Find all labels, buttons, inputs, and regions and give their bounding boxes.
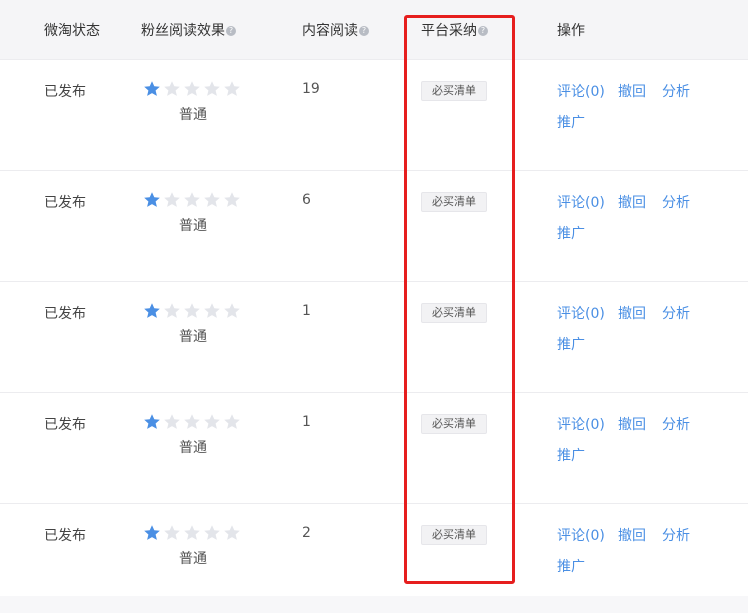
rating-label: 普通 bbox=[179, 218, 207, 234]
table-header: 微淘状态 粉丝阅读效果 ? 内容阅读 ? 平台采纳 ? 操作 bbox=[0, 0, 748, 60]
comment-link[interactable]: 评论(0) bbox=[557, 81, 605, 101]
help-icon[interactable]: ? bbox=[478, 26, 488, 36]
column-header-status: 微淘状态 bbox=[44, 20, 100, 40]
column-header-label: 操作 bbox=[557, 23, 585, 39]
star-empty-icon bbox=[164, 81, 180, 96]
star-empty-icon bbox=[184, 303, 200, 318]
analyze-link[interactable]: 分析 bbox=[662, 303, 690, 323]
star-empty-icon bbox=[184, 192, 200, 207]
promote-link[interactable]: 推广 bbox=[557, 445, 585, 465]
star-empty-icon bbox=[204, 303, 220, 318]
adoption-tag: 必买清单 bbox=[421, 192, 487, 212]
status-text: 已发布 bbox=[44, 195, 86, 211]
star-empty-icon bbox=[184, 81, 200, 96]
revoke-link[interactable]: 撤回 bbox=[618, 414, 646, 434]
content-read-count: 1 bbox=[302, 303, 311, 319]
help-icon[interactable]: ? bbox=[359, 26, 369, 36]
star-empty-icon bbox=[204, 192, 220, 207]
column-header-label: 粉丝阅读效果 bbox=[141, 23, 225, 39]
adoption-tag: 必买清单 bbox=[421, 81, 487, 101]
column-header-fan-read-effect: 粉丝阅读效果 ? bbox=[141, 20, 236, 40]
column-header-actions: 操作 bbox=[557, 20, 585, 40]
rating-label: 普通 bbox=[179, 329, 207, 345]
table-row: 已发布普通 1 必买清单 评论(0) 撤回 分析推广 bbox=[0, 282, 748, 393]
column-header-label: 内容阅读 bbox=[302, 23, 358, 39]
content-read-count: 1 bbox=[302, 414, 311, 430]
star-empty-icon bbox=[164, 192, 180, 207]
star-empty-icon bbox=[204, 414, 220, 429]
comment-link[interactable]: 评论(0) bbox=[557, 414, 605, 434]
comment-link[interactable]: 评论(0) bbox=[557, 192, 605, 212]
revoke-link[interactable]: 撤回 bbox=[618, 81, 646, 101]
status-text: 已发布 bbox=[44, 417, 86, 433]
content-read-count: 19 bbox=[302, 81, 320, 97]
rating-stars bbox=[143, 302, 243, 322]
analyze-link[interactable]: 分析 bbox=[662, 81, 690, 101]
revoke-link[interactable]: 撤回 bbox=[618, 525, 646, 545]
content-read-count: 6 bbox=[302, 192, 311, 208]
star-empty-icon bbox=[224, 81, 240, 96]
star-filled-icon bbox=[144, 81, 160, 96]
star-empty-icon bbox=[204, 525, 220, 540]
analyze-link[interactable]: 分析 bbox=[662, 192, 690, 212]
adoption-tag: 必买清单 bbox=[421, 414, 487, 434]
analyze-link[interactable]: 分析 bbox=[662, 525, 690, 545]
column-header-platform-adoption: 平台采纳 ? bbox=[421, 20, 488, 40]
revoke-link[interactable]: 撤回 bbox=[618, 303, 646, 323]
rating-label: 普通 bbox=[179, 107, 207, 123]
table-row: 已发布普通 19 必买清单 评论(0) 撤回 分析推广 bbox=[0, 60, 748, 171]
rating-stars bbox=[143, 524, 243, 544]
content-read-count: 2 bbox=[302, 525, 311, 541]
star-empty-icon bbox=[224, 525, 240, 540]
table-row: 已发布普通 6 必买清单 评论(0) 撤回 分析推广 bbox=[0, 171, 748, 282]
status-text: 已发布 bbox=[44, 84, 86, 100]
rating-label: 普通 bbox=[179, 551, 207, 567]
star-empty-icon bbox=[164, 525, 180, 540]
star-empty-icon bbox=[164, 303, 180, 318]
promote-link[interactable]: 推广 bbox=[557, 112, 585, 132]
star-empty-icon bbox=[204, 81, 220, 96]
star-filled-icon bbox=[144, 414, 160, 429]
rating-stars bbox=[143, 80, 243, 100]
promote-link[interactable]: 推广 bbox=[557, 334, 585, 354]
status-text: 已发布 bbox=[44, 528, 86, 544]
star-empty-icon bbox=[184, 525, 200, 540]
promote-link[interactable]: 推广 bbox=[557, 556, 585, 576]
star-filled-icon bbox=[144, 525, 160, 540]
comment-link[interactable]: 评论(0) bbox=[557, 525, 605, 545]
table-row: 已发布普通 1 必买清单 评论(0) 撤回 分析推广 bbox=[0, 393, 748, 504]
help-icon[interactable]: ? bbox=[226, 26, 236, 36]
table-footer bbox=[0, 596, 748, 613]
star-empty-icon bbox=[184, 414, 200, 429]
star-empty-icon bbox=[224, 414, 240, 429]
star-filled-icon bbox=[144, 192, 160, 207]
column-header-content-reads: 内容阅读 ? bbox=[302, 20, 369, 40]
column-header-label: 微淘状态 bbox=[44, 23, 100, 39]
star-empty-icon bbox=[164, 414, 180, 429]
revoke-link[interactable]: 撤回 bbox=[618, 192, 646, 212]
star-empty-icon bbox=[224, 303, 240, 318]
status-text: 已发布 bbox=[44, 306, 86, 322]
rating-label: 普通 bbox=[179, 440, 207, 456]
analyze-link[interactable]: 分析 bbox=[662, 414, 690, 434]
adoption-tag: 必买清单 bbox=[421, 303, 487, 323]
promote-link[interactable]: 推广 bbox=[557, 223, 585, 243]
rating-stars bbox=[143, 191, 243, 211]
comment-link[interactable]: 评论(0) bbox=[557, 303, 605, 323]
adoption-tag: 必买清单 bbox=[421, 525, 487, 545]
column-header-label: 平台采纳 bbox=[421, 23, 477, 39]
content-table: 微淘状态 粉丝阅读效果 ? 内容阅读 ? 平台采纳 ? 操作 已发布 普通 19 必买… bbox=[0, 0, 748, 613]
rating-stars bbox=[143, 413, 243, 433]
star-empty-icon bbox=[224, 192, 240, 207]
star-filled-icon bbox=[144, 303, 160, 318]
